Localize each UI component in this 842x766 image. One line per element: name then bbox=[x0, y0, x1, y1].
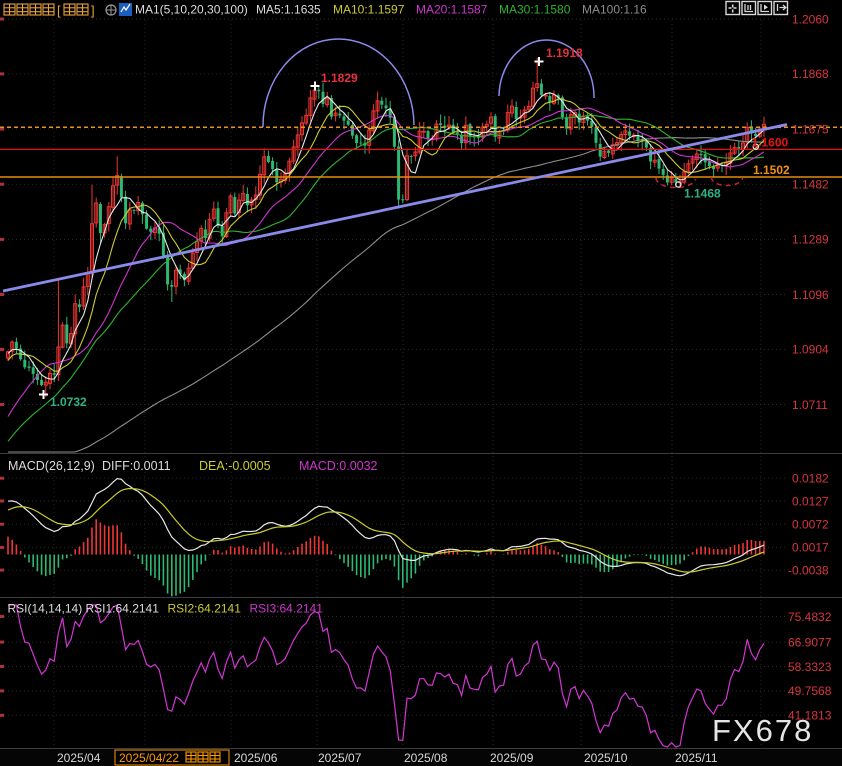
svg-text:2025/08: 2025/08 bbox=[404, 751, 448, 765]
svg-text:75.4832: 75.4832 bbox=[788, 610, 832, 624]
svg-text:MA10:1.1597: MA10:1.1597 bbox=[333, 3, 405, 17]
svg-text:0.0017: 0.0017 bbox=[792, 541, 829, 555]
svg-text:[: [ bbox=[57, 3, 61, 18]
svg-text:MA30:1.1580: MA30:1.1580 bbox=[499, 3, 571, 17]
svg-text:1.2060: 1.2060 bbox=[792, 12, 829, 26]
svg-text:2025/04/22: 2025/04/22 bbox=[119, 751, 179, 765]
svg-text:1.0904: 1.0904 bbox=[792, 343, 829, 357]
svg-text:]: ] bbox=[91, 3, 95, 18]
svg-text:RSI(14,14,14): RSI(14,14,14) bbox=[8, 602, 83, 616]
svg-text:1.1482: 1.1482 bbox=[792, 178, 829, 192]
svg-text:RSI1:64.2141: RSI1:64.2141 bbox=[86, 602, 160, 616]
svg-text:1.1675: 1.1675 bbox=[792, 122, 829, 136]
svg-text:1.1289: 1.1289 bbox=[792, 233, 829, 247]
svg-text:MACD(26,12,9): MACD(26,12,9) bbox=[8, 459, 95, 473]
svg-text:RSI3:64.2141: RSI3:64.2141 bbox=[250, 602, 324, 616]
svg-text:1.0711: 1.0711 bbox=[792, 398, 828, 412]
svg-text:1.1918: 1.1918 bbox=[546, 46, 583, 60]
svg-text:MA5:1.1635: MA5:1.1635 bbox=[256, 3, 321, 17]
svg-text:1.0732: 1.0732 bbox=[50, 395, 87, 409]
svg-text:58.3323: 58.3323 bbox=[788, 660, 832, 674]
svg-text:2025/07: 2025/07 bbox=[318, 751, 362, 765]
svg-text:1.1600: 1.1600 bbox=[752, 136, 789, 150]
svg-text:MA20:1.1587: MA20:1.1587 bbox=[416, 3, 488, 17]
svg-text:FX678: FX678 bbox=[712, 713, 813, 748]
svg-text:0.0072: 0.0072 bbox=[792, 518, 829, 532]
svg-text:2025/04: 2025/04 bbox=[57, 751, 101, 765]
svg-text:1.1096: 1.1096 bbox=[792, 288, 829, 302]
svg-text:66.9077: 66.9077 bbox=[788, 635, 832, 649]
svg-text:MA100:1.16: MA100:1.16 bbox=[582, 3, 647, 17]
svg-text:1.1829: 1.1829 bbox=[321, 71, 358, 85]
svg-text:DIFF:0.0011: DIFF:0.0011 bbox=[102, 459, 171, 473]
svg-text:1.1468: 1.1468 bbox=[684, 187, 721, 201]
svg-text:2025/09: 2025/09 bbox=[490, 751, 534, 765]
svg-text:2025/06: 2025/06 bbox=[234, 751, 278, 765]
svg-text:MACD:0.0032: MACD:0.0032 bbox=[299, 459, 378, 473]
svg-text:2025/10: 2025/10 bbox=[584, 751, 628, 765]
svg-text:1.1502: 1.1502 bbox=[753, 163, 790, 177]
svg-text:2025/11: 2025/11 bbox=[675, 751, 718, 765]
svg-text:1.1868: 1.1868 bbox=[792, 67, 829, 81]
svg-text:DEA:-0.0005: DEA:-0.0005 bbox=[199, 459, 271, 473]
svg-text:-0.0038: -0.0038 bbox=[788, 563, 829, 577]
svg-text:MA1(5,10,20,30,100): MA1(5,10,20,30,100) bbox=[135, 3, 248, 17]
svg-text:0.0127: 0.0127 bbox=[792, 494, 829, 508]
svg-text:49.7568: 49.7568 bbox=[788, 684, 832, 698]
svg-text:RSI2:64.2141: RSI2:64.2141 bbox=[168, 602, 242, 616]
svg-text:0.0182: 0.0182 bbox=[792, 472, 829, 486]
